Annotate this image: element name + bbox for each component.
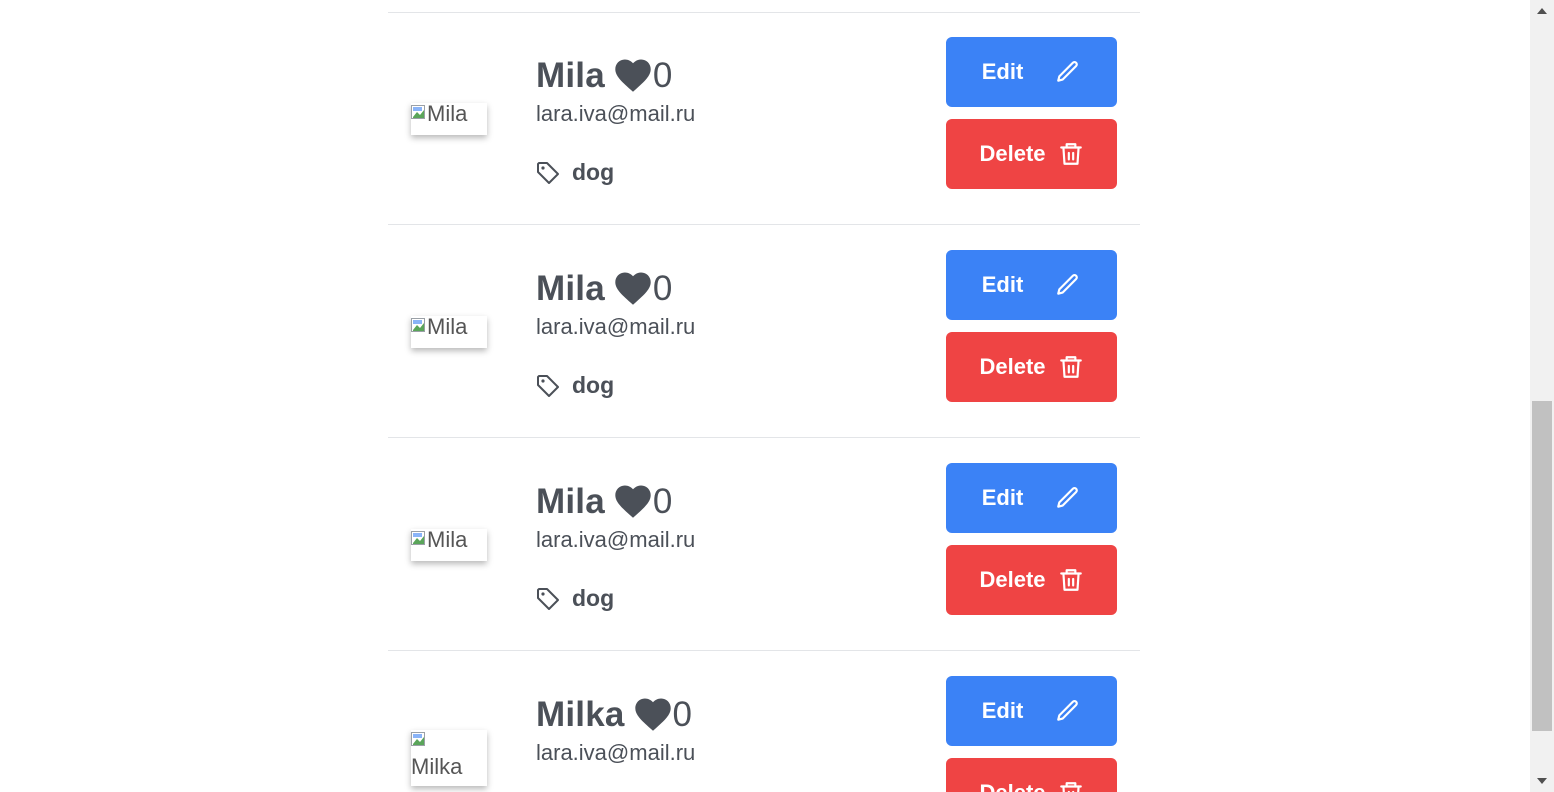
delete-button[interactable]: Delete (946, 332, 1117, 402)
pet-card: Milka Milka 0 lara.iva@mail.ru Edit Dele… (388, 652, 1140, 792)
edit-button-label: Edit (981, 272, 1024, 297)
pencil-icon (1057, 487, 1079, 508)
scroll-down-arrow-icon[interactable] (1537, 778, 1547, 784)
delete-button-label: Delete (979, 354, 1046, 379)
broken-image-icon (411, 105, 425, 119)
pet-image: Mila (411, 529, 487, 561)
pet-card: Mila Mila 0 lara.iva@mail.ru dog Edit De… (388, 439, 1140, 651)
trash-icon (1059, 143, 1082, 165)
owner-email: lara.iva@mail.ru (536, 740, 696, 765)
like-count: 0 (652, 56, 673, 95)
pet-name: Mila (536, 482, 605, 521)
pencil-icon (1057, 61, 1079, 82)
heart-icon[interactable] (615, 485, 651, 519)
owner-email: lara.iva@mail.ru (536, 101, 696, 126)
pet-image-alt: Milka (411, 754, 463, 779)
pet-tag-row: dog (536, 372, 614, 399)
like-count: 0 (652, 269, 673, 308)
pet-image: Milka (411, 730, 487, 786)
like-count: 0 (652, 482, 673, 521)
heart-icon[interactable] (615, 59, 651, 93)
pencil-icon (1057, 274, 1079, 295)
pet-image-alt: Mila (427, 529, 468, 552)
pet-name-row: Mila 0 (536, 267, 672, 311)
edit-button[interactable]: Edit (946, 463, 1117, 533)
pet-tag: dog (572, 372, 615, 398)
pet-tag: dog (572, 159, 615, 185)
trash-icon (1059, 569, 1082, 591)
pet-image-alt: Mila (427, 316, 468, 339)
like-count: 0 (672, 695, 693, 734)
pet-card: Mila Mila 0 lara.iva@mail.ru dog Edit De… (388, 13, 1140, 225)
pet-tag-row: dog (536, 159, 614, 186)
broken-image-icon (411, 318, 425, 332)
edit-button[interactable]: Edit (946, 676, 1117, 746)
vertical-scrollbar[interactable] (1530, 0, 1554, 792)
delete-button[interactable]: Delete (946, 545, 1117, 615)
pencil-icon (1057, 700, 1079, 721)
tag-icon (537, 374, 559, 397)
delete-button[interactable]: Delete (946, 758, 1117, 792)
pet-name: Milka (536, 695, 625, 734)
heart-icon[interactable] (634, 698, 671, 732)
pet-image: Mila (411, 103, 487, 135)
pet-image: Mila (411, 316, 487, 348)
pet-tag-row: dog (536, 585, 614, 612)
edit-button-label: Edit (981, 698, 1024, 723)
delete-button[interactable]: Delete (946, 119, 1117, 189)
pet-tag: dog (572, 585, 615, 611)
trash-icon (1059, 356, 1082, 378)
pet-name-row: Mila 0 (536, 54, 672, 98)
scrollbar-thumb[interactable] (1532, 401, 1552, 731)
pet-name: Mila (536, 56, 605, 95)
tag-icon (537, 161, 559, 184)
edit-button[interactable]: Edit (946, 250, 1117, 320)
delete-button-label: Delete (979, 567, 1046, 592)
delete-button-label: Delete (979, 141, 1046, 166)
pet-name-row: Mila 0 (536, 480, 672, 524)
pet-image-alt: Mila (427, 103, 468, 126)
pet-card: Mila Mila 0 lara.iva@mail.ru dog Edit De… (388, 226, 1140, 438)
owner-email: lara.iva@mail.ru (536, 314, 696, 339)
broken-image-icon (411, 732, 425, 746)
trash-icon (1059, 782, 1082, 792)
edit-button-label: Edit (981, 485, 1024, 510)
edit-button[interactable]: Edit (946, 37, 1117, 107)
pet-name-row: Milka 0 (536, 693, 692, 737)
owner-email: lara.iva@mail.ru (536, 527, 696, 552)
tag-icon (537, 587, 559, 610)
scroll-up-arrow-icon[interactable] (1537, 8, 1547, 14)
broken-image-icon (411, 531, 425, 545)
pet-name: Mila (536, 269, 605, 308)
heart-icon[interactable] (615, 272, 651, 306)
edit-button-label: Edit (981, 59, 1024, 84)
delete-button-label: Delete (979, 780, 1045, 792)
